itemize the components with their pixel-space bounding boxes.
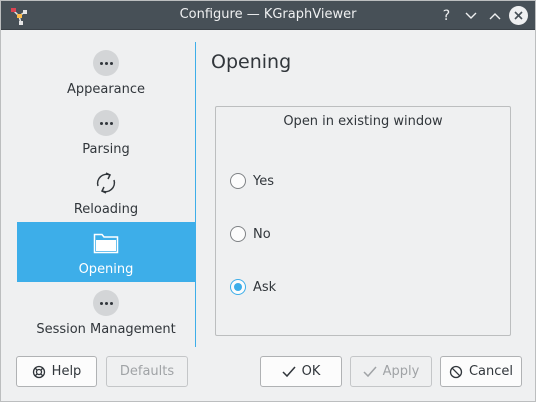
chevron-up-icon	[489, 12, 500, 19]
radio-button[interactable]	[230, 226, 246, 242]
radio-ask[interactable]: Ask	[230, 278, 276, 296]
ok-button-label: OK	[301, 364, 321, 379]
defaults-button-label: Defaults	[119, 364, 175, 379]
radio-label: Yes	[253, 173, 274, 189]
reload-icon	[93, 170, 119, 196]
more-dots-icon	[93, 50, 119, 76]
sidebar-item-label: Session Management	[36, 322, 176, 337]
defaults-button[interactable]: Defaults	[106, 356, 188, 387]
help-button[interactable]: Help	[16, 356, 97, 387]
cancel-icon	[449, 365, 463, 378]
sidebar-item-opening[interactable]: Opening	[17, 222, 195, 282]
more-dots-icon	[93, 110, 119, 136]
checkmark-icon	[363, 366, 377, 377]
cancel-button-label: Cancel	[468, 364, 514, 379]
sidebar: Appearance Parsing Reloading Opening Ses…	[17, 42, 195, 347]
sidebar-item-label: Reloading	[73, 202, 139, 217]
checkmark-icon	[282, 366, 296, 377]
maximize-button[interactable]	[485, 6, 504, 25]
radio-yes[interactable]: Yes	[230, 172, 274, 190]
title-bar[interactable]: Configure — KGraphViewer ?	[1, 1, 535, 30]
sidebar-item-session-management[interactable]: Session Management	[17, 282, 195, 342]
lifebuoy-icon	[32, 365, 45, 378]
chevron-down-icon	[465, 12, 476, 19]
configure-dialog: Configure — KGraphViewer ? Appearance Pa…	[0, 0, 536, 402]
sidebar-item-label: Appearance	[66, 82, 146, 97]
close-icon	[514, 11, 523, 20]
radio-no[interactable]: No	[230, 225, 271, 243]
minimize-button[interactable]	[461, 6, 480, 25]
cancel-button[interactable]: Cancel	[440, 356, 522, 387]
sidebar-divider	[195, 42, 196, 347]
close-button[interactable]	[509, 6, 528, 25]
group-title: Open in existing window	[283, 114, 443, 129]
help-icon[interactable]: ?	[437, 6, 456, 25]
more-dots-icon	[93, 290, 119, 316]
sidebar-item-label: Parsing	[82, 142, 130, 157]
sidebar-item-parsing[interactable]: Parsing	[17, 102, 195, 162]
apply-button-label: Apply	[382, 364, 420, 379]
radio-label: No	[253, 226, 271, 242]
sidebar-item-appearance[interactable]: Appearance	[17, 42, 195, 102]
radio-button[interactable]	[230, 173, 246, 189]
page-title: Opening	[211, 51, 292, 73]
apply-button[interactable]: Apply	[350, 356, 432, 387]
sidebar-item-reloading[interactable]: Reloading	[17, 162, 195, 222]
ok-button[interactable]: OK	[260, 356, 342, 387]
folder-icon	[93, 230, 119, 256]
radio-label: Ask	[253, 279, 277, 295]
open-in-existing-window-group: Open in existing window Yes No Ask	[215, 106, 511, 336]
radio-button-checked[interactable]	[230, 279, 246, 295]
help-button-label: Help	[51, 364, 82, 379]
sidebar-item-label: Opening	[78, 262, 134, 277]
